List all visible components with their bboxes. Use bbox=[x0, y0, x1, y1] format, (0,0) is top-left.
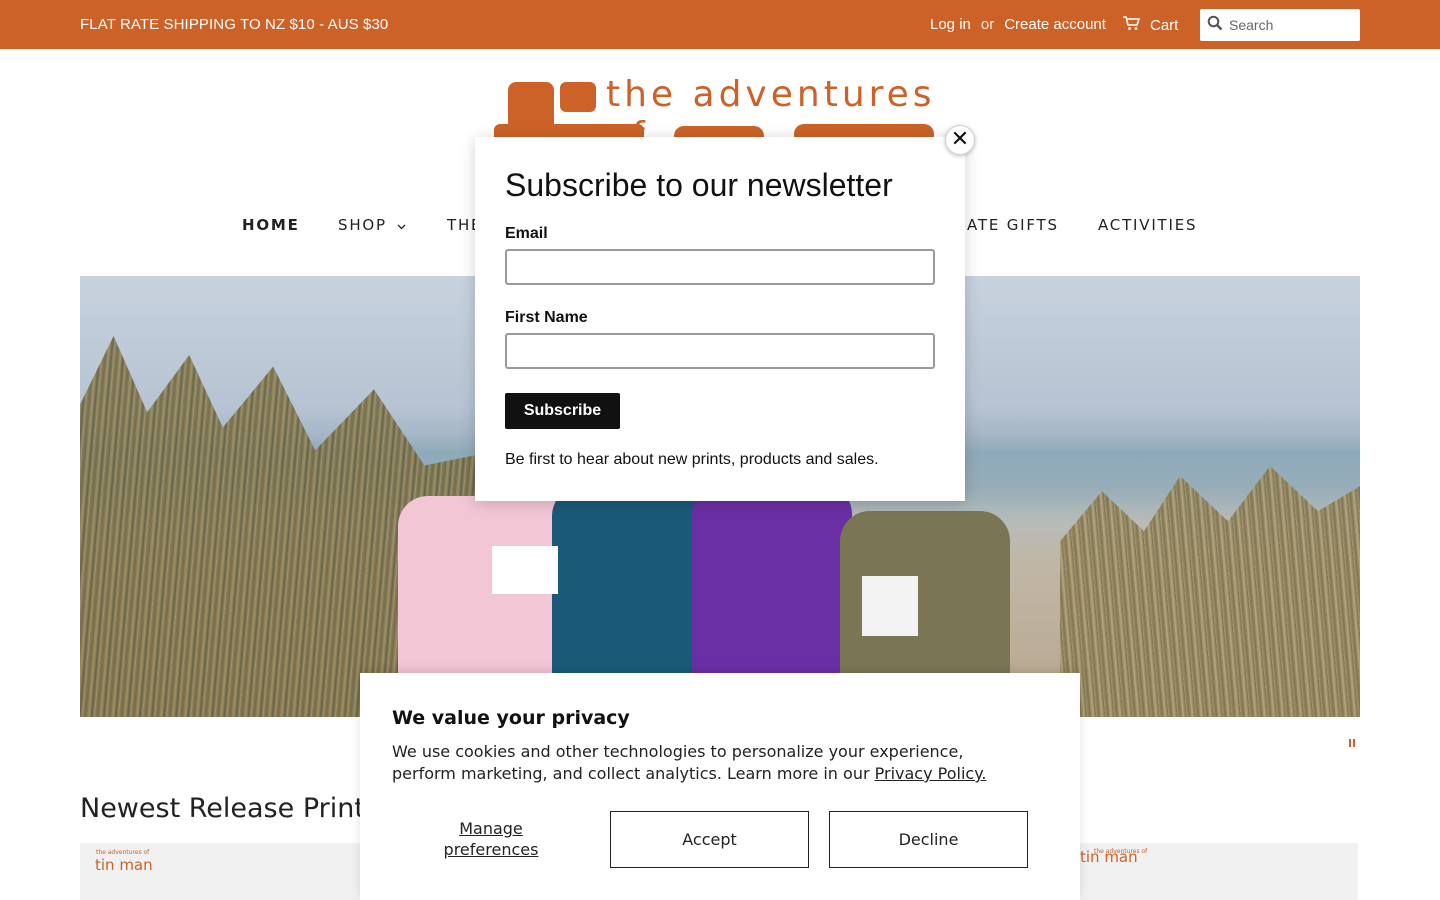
manage-line-1: Manage bbox=[459, 819, 523, 838]
subscribe-button[interactable]: Subscribe bbox=[505, 393, 620, 429]
product-card[interactable]: the adventures of tin man bbox=[80, 843, 370, 900]
nav-home[interactable]: HOME bbox=[242, 216, 300, 234]
card-brand-small: the adventures of bbox=[96, 849, 150, 856]
manage-line-2: preferences bbox=[443, 840, 539, 859]
pause-icon[interactable] bbox=[1349, 739, 1357, 749]
search-box bbox=[1200, 9, 1360, 41]
search-icon[interactable] bbox=[1207, 15, 1223, 36]
newsletter-title: Subscribe to our newsletter bbox=[505, 167, 893, 203]
search-input[interactable] bbox=[1229, 17, 1349, 33]
create-account-link[interactable]: Create account bbox=[1004, 16, 1106, 33]
first-name-field[interactable] bbox=[505, 333, 935, 369]
account-links: Log in or Create account bbox=[930, 16, 1106, 33]
nav-gifts[interactable]: ATE GIFTS bbox=[967, 216, 1059, 234]
login-link[interactable]: Log in bbox=[930, 16, 971, 33]
chevron-down-icon bbox=[397, 216, 406, 234]
newsletter-modal: Subscribe to our newsletter Email First … bbox=[475, 137, 965, 501]
decline-button[interactable]: Decline bbox=[829, 811, 1028, 868]
cart-label: Cart bbox=[1150, 16, 1179, 34]
cart-icon bbox=[1122, 15, 1141, 35]
product-card[interactable]: the adventures of tin man bbox=[1080, 843, 1358, 900]
privacy-policy-link[interactable]: Privacy Policy. bbox=[875, 764, 987, 783]
logo-text: the adventures of bbox=[606, 74, 936, 138]
newsletter-note: Be first to hear about new prints, produ… bbox=[505, 451, 879, 468]
cart-link[interactable]: Cart bbox=[1122, 15, 1178, 35]
hero-grass-right bbox=[1060, 466, 1360, 717]
nav-shop-label: SHOP bbox=[338, 216, 387, 234]
nav-activities[interactable]: ACTIVITIES bbox=[1098, 216, 1197, 234]
manage-preferences-link[interactable]: Manage preferences bbox=[416, 818, 566, 860]
close-icon[interactable]: ✕ bbox=[945, 125, 975, 155]
privacy-title: We value your privacy bbox=[392, 707, 630, 729]
privacy-body: We use cookies and other technologies to… bbox=[392, 741, 1032, 785]
first-name-label: First Name bbox=[505, 309, 588, 326]
email-label: Email bbox=[505, 225, 548, 242]
announcement-bar: FLAT RATE SHIPPING TO NZ $10 - AUS $30 L… bbox=[0, 0, 1440, 49]
shipping-notice: FLAT RATE SHIPPING TO NZ $10 - AUS $30 bbox=[80, 16, 389, 33]
card-brand-name: tin man bbox=[95, 856, 153, 874]
or-separator: or bbox=[980, 16, 995, 33]
nav-shop[interactable]: SHOP bbox=[338, 216, 406, 234]
privacy-banner: We value your privacy We use cookies and… bbox=[360, 673, 1080, 900]
email-field[interactable] bbox=[505, 249, 935, 285]
hero-shirt-print-2 bbox=[862, 576, 918, 636]
site-logo[interactable]: the adventures of bbox=[494, 74, 946, 138]
accept-button[interactable]: Accept bbox=[610, 811, 809, 868]
logo-head-mark bbox=[560, 82, 596, 112]
hero-shirt-print bbox=[492, 546, 558, 594]
card-brand-name: tin man bbox=[1080, 848, 1138, 866]
section-title: Newest Release Prints bbox=[80, 793, 379, 824]
